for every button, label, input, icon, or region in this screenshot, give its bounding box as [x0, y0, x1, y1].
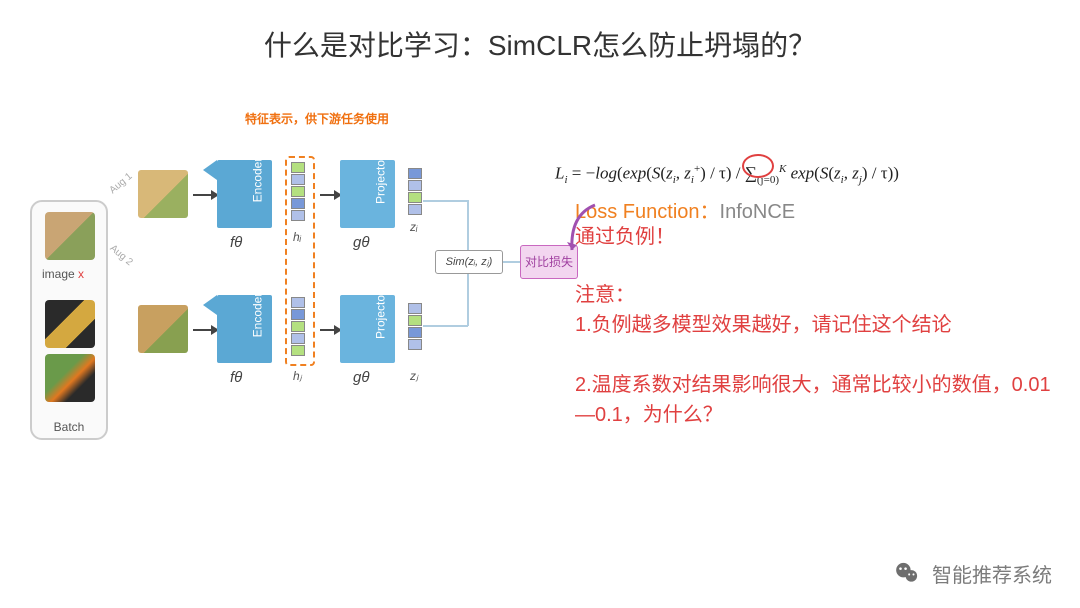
g-theta-label: gθ	[353, 234, 369, 251]
image-x-label: image x	[42, 267, 84, 281]
simclr-architecture-diagram: image x Batch Aug 1 Aug 2 Encoder Encode…	[30, 150, 510, 480]
batch-label: Batch	[32, 420, 106, 434]
zj-label: zⱼ	[410, 369, 418, 383]
similarity-box: Sim(zᵢ, zⱼ)	[435, 250, 503, 274]
zi-label: zᵢ	[410, 220, 418, 234]
feature-representation-note: 特征表示，供下游任务使用	[245, 110, 389, 127]
connector-line	[467, 274, 469, 326]
connector-arrow	[503, 261, 520, 263]
augmented-image-1	[138, 170, 188, 218]
feature-vector-hj	[291, 297, 305, 357]
f-theta-label: fθ	[230, 369, 242, 386]
aug1-label: Aug 1	[108, 171, 135, 196]
batch-group: image x Batch	[30, 200, 108, 440]
tau-circle-mark-icon	[742, 154, 774, 178]
formula-area: Li = −log(exp(S(zi, zi+) / τ) / ∑(j=0)K …	[555, 152, 1045, 197]
note-negatives: 通过负例！	[575, 222, 675, 252]
feature-vector-hi	[291, 162, 305, 222]
f-theta-label: fθ	[230, 234, 242, 251]
slide-title: 什么是对比学习：SimCLR怎么防止坍塌的？	[0, 24, 1080, 64]
note-attention: 注意：	[575, 280, 635, 310]
projector-block-bottom: Projector	[340, 295, 395, 363]
flow-arrow-icon	[320, 194, 334, 196]
batch-image-dog	[45, 212, 95, 260]
encoder-block-bottom: Encoder	[217, 295, 272, 363]
flow-arrow-icon	[193, 329, 211, 331]
flow-arrow-icon	[193, 194, 211, 196]
wechat-icon	[892, 558, 922, 588]
footer-brand: 智能推荐系统	[892, 558, 1052, 588]
augmented-image-2	[138, 305, 188, 353]
note-point-1: 1.负例越多模型效果越好，请记住这个结论	[575, 310, 1055, 340]
note-point-2: 2.温度系数对结果影响很大，通常比较小的数值，0.01—0.1，为什么？	[575, 370, 1055, 430]
z-vector-zj	[408, 303, 422, 351]
batch-image-bird	[45, 354, 95, 402]
g-theta-label: gθ	[353, 369, 369, 386]
hj-label: hⱼ	[293, 369, 302, 383]
infonce-formula: Li = −log(exp(S(zi, zi+) / τ) / ∑(j=0)K …	[555, 152, 1045, 197]
z-vector-zi	[408, 168, 422, 216]
flow-arrow-icon	[320, 329, 334, 331]
projector-block-top: Projector	[340, 160, 395, 228]
batch-image-2	[45, 300, 95, 348]
brand-name: 智能推荐系统	[932, 559, 1052, 588]
hi-label: hᵢ	[293, 230, 301, 244]
encoder-block-top: Encoder	[217, 160, 272, 228]
aug2-label: Aug 2	[108, 243, 135, 268]
connector-line	[423, 200, 468, 202]
loss-function-label: Loss Function：InfoNCE	[575, 195, 795, 224]
connector-line	[467, 200, 469, 250]
connector-line	[423, 325, 468, 327]
